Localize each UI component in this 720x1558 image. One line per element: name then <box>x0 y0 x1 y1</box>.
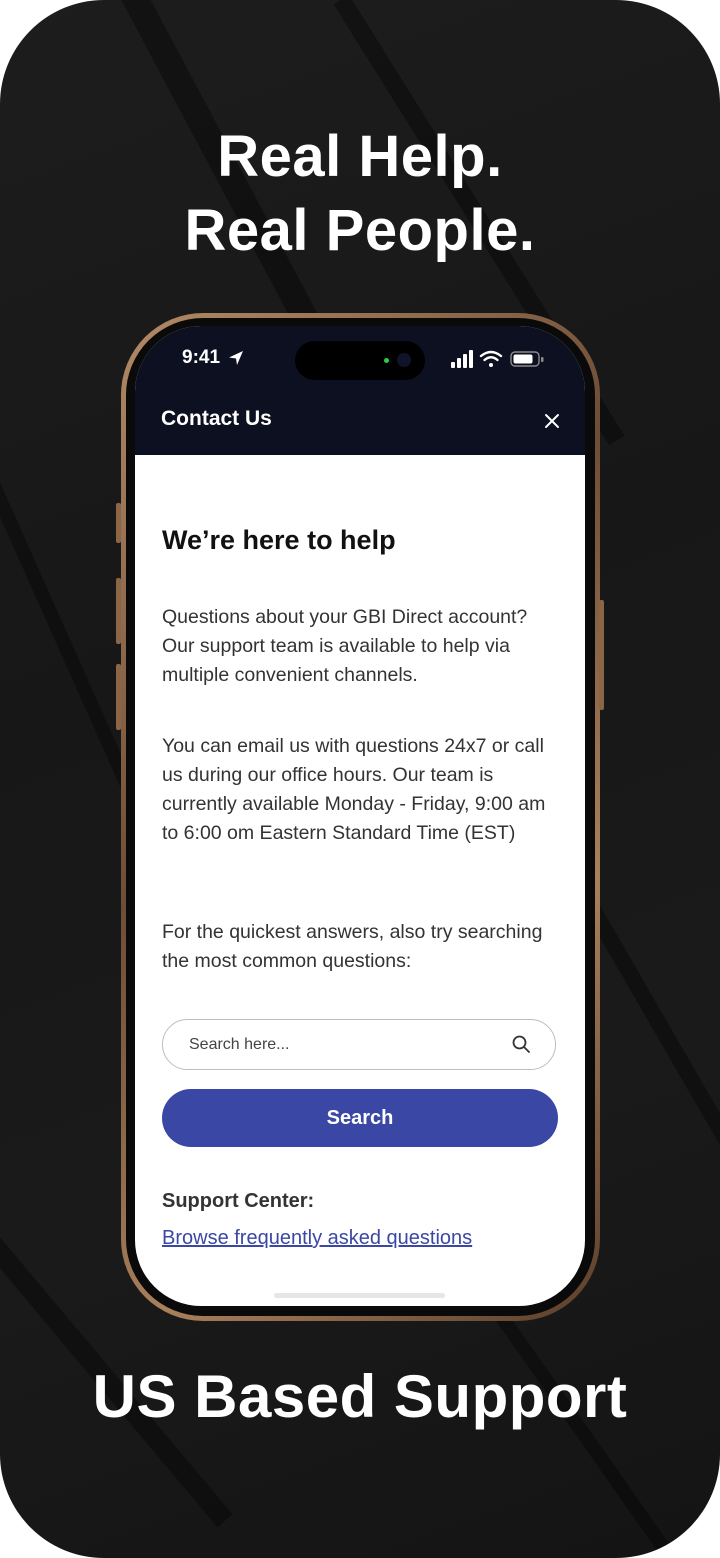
battery-icon <box>510 351 544 367</box>
wifi-icon <box>479 350 503 367</box>
home-indicator[interactable] <box>274 1293 445 1298</box>
app-header: 9:41 Contact Us <box>135 326 585 455</box>
camera-icon <box>397 353 411 367</box>
promo-footer-title: US Based Support <box>92 1363 628 1430</box>
close-icon[interactable] <box>543 412 561 430</box>
intro-paragraph: Questions about your GBI Direct account?… <box>162 606 528 686</box>
status-icons <box>451 350 544 368</box>
phone-volume-down-button <box>116 664 121 730</box>
support-center-label: Support Center: <box>162 1190 315 1212</box>
search-box <box>162 1019 556 1070</box>
phone-action-button <box>116 503 121 543</box>
page-title: Contact Us <box>161 407 272 430</box>
promo-canvas: Real Help. Real People. 9:41 Contact Us … <box>0 0 720 1558</box>
cellular-signal-icon <box>451 350 473 368</box>
dynamic-island <box>295 341 425 380</box>
search-icon[interactable] <box>511 1034 531 1054</box>
search-button[interactable]: Search <box>162 1089 558 1147</box>
promo-headline: Real Help. Real People. <box>0 120 720 268</box>
phone-volume-up-button <box>116 578 121 644</box>
headline-line-1: Real Help. <box>217 124 503 189</box>
phone-screen: 9:41 Contact Us We’re here to help Quest… <box>135 326 585 1306</box>
faq-link[interactable]: Browse frequently asked questions <box>162 1227 472 1250</box>
search-input[interactable] <box>189 1020 489 1069</box>
status-time: 9:41 <box>182 347 221 368</box>
location-arrow-icon <box>229 351 243 365</box>
privacy-indicator-icon <box>384 358 389 363</box>
phone-power-button <box>599 600 604 710</box>
headline-line-2: Real People. <box>184 198 536 263</box>
section-heading: We’re here to help <box>162 525 396 555</box>
search-hint-paragraph: For the quickest answers, also try searc… <box>162 921 543 972</box>
hours-paragraph: You can email us with questions 24x7 or … <box>162 735 546 844</box>
